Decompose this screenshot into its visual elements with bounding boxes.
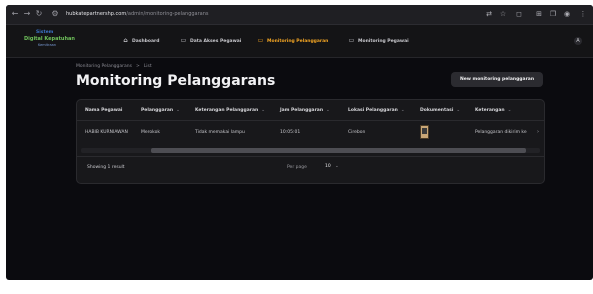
results-count: Showing 1 result [87, 165, 125, 170]
nav-item-label: Dashboard [132, 39, 160, 44]
translate-icon[interactable]: ⇄ [484, 9, 494, 19]
table-cell: Tidak memakai lampu [195, 130, 245, 135]
chevron-right-icon[interactable]: › [537, 129, 539, 135]
column-header-label: Keterangan Pelanggaran [195, 108, 259, 113]
column-header[interactable]: Keterangan Pelanggaran ⌄ [195, 108, 265, 113]
column-header-label: Lokasi Pelanggaran [348, 108, 398, 113]
page-title: Monitoring Pelanggarans [76, 73, 276, 89]
per-page-select[interactable]: 10 [325, 164, 331, 169]
column-header-label: Nama Pegawai [85, 108, 123, 113]
per-page-label: Per page [287, 165, 307, 170]
documentation-thumbnail[interactable] [420, 125, 429, 139]
logo-line-2: Digital Kepatuhan [24, 36, 75, 42]
forward-icon[interactable]: → [22, 9, 32, 19]
nav-item-monitoring-pegawai[interactable]: ▭ Monitoring Pegawai [348, 36, 409, 46]
table-cell: Pelanggaran dikirim ke [475, 130, 527, 135]
logo[interactable]: Sistem Digital Kepatuhan Kemitraan [24, 30, 76, 52]
profile-icon[interactable]: ◉ [562, 9, 572, 19]
new-monitoring-pelanggaran-button[interactable]: New monitoring pelanggaran [451, 72, 543, 87]
table-cell: Cirebon [348, 130, 366, 135]
extension-icon[interactable]: ◻ [514, 9, 524, 19]
divider [77, 120, 544, 121]
sort-icon: ⌄ [176, 108, 180, 113]
browser-window: ← → ↻ ⚙ hubkatepartnershp.com/admin/moni… [6, 5, 593, 280]
screen: ← → ↻ ⚙ hubkatepartnershp.com/admin/moni… [0, 0, 593, 294]
sort-icon: ⌄ [400, 108, 405, 113]
column-header-label: Jam Pelanggaran [280, 108, 324, 113]
divider [77, 156, 544, 157]
window-icon[interactable]: ❐ [548, 9, 558, 19]
sort-icon: ⌄ [507, 108, 512, 113]
chevron-down-icon[interactable]: ⌄ [335, 164, 339, 169]
sort-icon: ⌄ [456, 108, 461, 113]
address-bar[interactable]: hubkatepartnershp.com/admin/monitoring-p… [66, 8, 456, 20]
column-header[interactable]: Dokumentasi ⌄ [420, 108, 460, 113]
menu-icon[interactable]: ⋮ [578, 9, 588, 19]
nav-item-label: Monitoring Pegawai [358, 39, 409, 44]
column-header-label: Dokumentasi [420, 108, 454, 113]
reload-icon[interactable]: ↻ [34, 9, 44, 19]
logo-line-1: Sistem [36, 30, 54, 35]
nav-item-dashboard[interactable]: ⌂ Dashboard [122, 36, 159, 46]
column-header[interactable]: Lokasi Pelanggaran ⌄ [348, 108, 405, 113]
sort-icon: ⌄ [261, 108, 266, 113]
app-header: Sistem Digital Kepatuhan Kemitraan ⌂ Dash… [6, 25, 593, 58]
window-icon[interactable]: ⊞ [534, 9, 544, 19]
avatar[interactable]: A [574, 37, 582, 45]
column-header-label: Pelanggaran [141, 108, 174, 113]
nav-item-data-akses-pegawai[interactable]: ▭ Data Akses Pegawai [180, 36, 242, 46]
table-cell: 10:05:01 [280, 130, 301, 135]
column-header[interactable]: Keterangan ⌄ [475, 108, 511, 113]
column-header[interactable]: Pelanggaran ⌄ [141, 108, 180, 113]
home-icon: ⌂ [123, 37, 128, 44]
nav-item-label: Monitoring Pelanggaran [267, 39, 329, 44]
horizontal-scrollbar[interactable] [81, 148, 540, 153]
url-path: /admin/monitoring-pelanggarans [126, 11, 209, 17]
column-header[interactable]: Jam Pelanggaran ⌄ [280, 108, 330, 113]
breadcrumb: Monitoring Pelanggarans > List [76, 64, 152, 69]
table-cell: Merokok [141, 130, 160, 135]
sort-icon: ⌄ [326, 108, 330, 113]
star-icon[interactable]: ☆ [498, 9, 508, 19]
breadcrumb-item: List [143, 64, 152, 69]
document-icon: ▭ [180, 37, 187, 44]
back-icon[interactable]: ← [10, 9, 20, 19]
column-header-label: Keterangan [475, 108, 505, 113]
breadcrumb-separator: > [135, 64, 140, 69]
breadcrumb-item[interactable]: Monitoring Pelanggarans [76, 64, 132, 69]
data-table: Nama Pegawai Pelanggaran ⌄ Keterangan Pel… [76, 99, 545, 184]
column-header: Nama Pegawai [85, 108, 122, 113]
document-icon: ▭ [348, 37, 355, 44]
nav-item-monitoring-pelanggaran[interactable]: ▭ Monitoring Pelanggaran [257, 36, 329, 46]
table-cell: HABIB KURNIAWAN [85, 130, 128, 135]
site-info-icon[interactable]: ⚙ [50, 9, 60, 19]
scrollbar-thumb[interactable] [151, 148, 526, 153]
logo-line-3: Kemitraan [38, 43, 56, 47]
nav-item-label: Data Akses Pegawai [190, 39, 242, 44]
document-icon: ▭ [257, 37, 264, 44]
url-host: hubkatepartnershp.com [66, 11, 127, 17]
browser-toolbar: ← → ↻ ⚙ hubkatepartnershp.com/admin/moni… [6, 5, 593, 25]
